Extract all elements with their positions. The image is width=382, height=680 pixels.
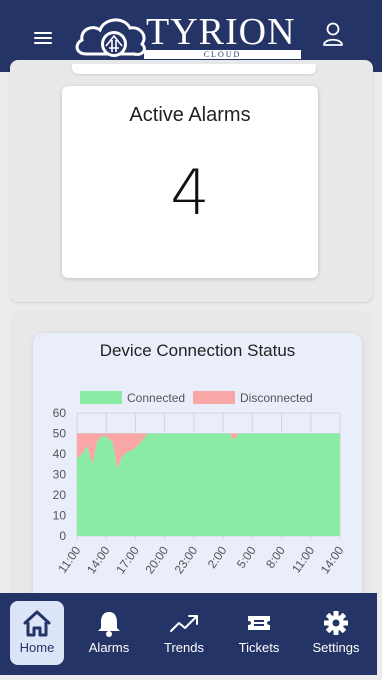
x-tick-label: 8:00 — [263, 543, 288, 570]
x-tick-label: 23:00 — [172, 543, 201, 576]
device-connection-chart-card: Device Connection Status Connected Discon… — [33, 333, 362, 603]
y-tick-label: 30 — [53, 468, 67, 482]
x-tick-label: 2:00 — [205, 543, 230, 570]
x-tick-label: 14:00 — [84, 543, 113, 576]
home-icon — [23, 610, 51, 637]
nav-tickets-label: Tickets — [238, 640, 280, 655]
legend-swatch-connected[interactable] — [80, 391, 122, 404]
legend-swatch-disconnected[interactable] — [193, 391, 235, 404]
y-tick-label: 60 — [53, 406, 67, 420]
active-alarms-title: Active Alarms — [129, 104, 251, 126]
ticket-icon — [248, 616, 270, 630]
nav-home-label: Home — [19, 640, 55, 655]
x-tick-label: 20:00 — [142, 543, 171, 576]
active-alarms-card[interactable]: Active Alarms 4 — [62, 86, 318, 278]
nav-settings-label: Settings — [312, 640, 360, 655]
logo: TYRION CLOUD — [74, 10, 304, 62]
nav-settings[interactable]: Settings — [308, 601, 364, 665]
x-tick-label: 11:00 — [55, 543, 83, 575]
y-tick-label: 50 — [53, 427, 67, 441]
nav-home[interactable]: Home — [10, 601, 64, 665]
y-tick-label: 40 — [53, 447, 67, 461]
cloud-logo-icon — [75, 18, 146, 57]
y-tick-label: 0 — [59, 529, 66, 543]
app: TYRION CLOUD Active Alarms 4 Device Conn… — [0, 0, 382, 680]
y-tick-label: 10 — [53, 509, 67, 523]
active-alarms-count: 4 — [170, 156, 210, 229]
bottom-nav: Home Alarms Trends Tickets Settings — [0, 593, 377, 675]
legend-label-disconnected: Disconnected — [240, 391, 313, 405]
y-tick-label: 20 — [53, 488, 67, 502]
nav-trends[interactable]: Trends — [157, 601, 211, 665]
nav-tickets[interactable]: Tickets — [232, 601, 286, 665]
nav-trends-label: Trends — [164, 640, 204, 655]
legend-label-connected: Connected — [127, 391, 185, 405]
hamburger-icon[interactable] — [34, 30, 56, 46]
nav-alarms-label: Alarms — [88, 640, 130, 655]
trending-up-icon — [170, 615, 198, 632]
x-tick-label: 14:00 — [318, 543, 347, 576]
device-connection-chart: Connected Disconnected010203040506011:00 1… — [53, 391, 347, 576]
x-tick-label: 11:00 — [289, 543, 317, 575]
nav-alarms[interactable]: Alarms — [82, 601, 136, 665]
x-tick-label: 17:00 — [113, 543, 142, 576]
logo-title: TYRION — [146, 11, 296, 53]
logo-subtitle: CLOUD — [203, 50, 242, 59]
x-tick-label: 5:00 — [234, 543, 259, 570]
bell-icon — [98, 612, 120, 637]
previous-card-edge — [72, 64, 316, 74]
user-icon[interactable] — [320, 20, 346, 48]
gear-icon — [324, 611, 348, 635]
